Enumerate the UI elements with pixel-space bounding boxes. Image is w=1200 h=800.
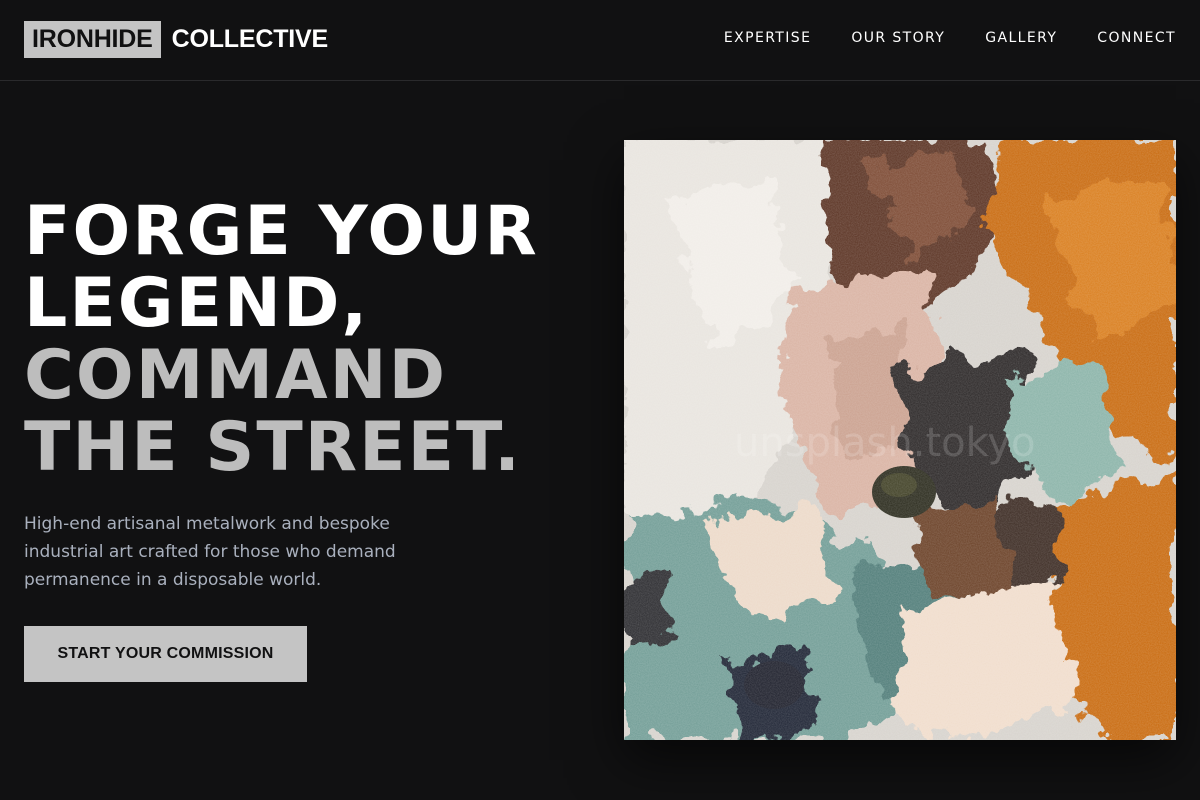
image-watermark: unsplash.tokyo — [734, 420, 1036, 466]
logo[interactable]: IRONHIDE COLLECTIVE — [24, 21, 328, 58]
logo-highlight: IRONHIDE — [24, 21, 161, 58]
main-nav: EXPERTISE OUR STORY GALLERY CONNECT — [724, 30, 1176, 46]
nav-our-story[interactable]: OUR STORY — [851, 30, 945, 46]
headline-line-2: LEGEND, — [24, 264, 370, 343]
logo-text: COLLECTIVE — [171, 25, 329, 53]
headline-line-4: THE STREET. — [24, 408, 522, 487]
hero-artwork: unsplash.tokyo — [624, 140, 1176, 740]
nav-connect[interactable]: CONNECT — [1097, 30, 1176, 46]
site-header: IRONHIDE COLLECTIVE EXPERTISE OUR STORY … — [0, 0, 1200, 81]
headline-line-1: FORGE YOUR — [24, 192, 539, 271]
headline-line-3: COMMAND — [24, 336, 448, 415]
nav-gallery[interactable]: GALLERY — [985, 30, 1057, 46]
hero-headline: FORGE YOUR LEGEND, COMMAND THE STREET. — [24, 196, 594, 484]
start-commission-button[interactable]: START YOUR COMMISSION — [24, 626, 307, 682]
hero-subtitle: High-end artisanal metalwork and bespoke… — [24, 514, 396, 590]
nav-expertise[interactable]: EXPERTISE — [724, 30, 811, 46]
